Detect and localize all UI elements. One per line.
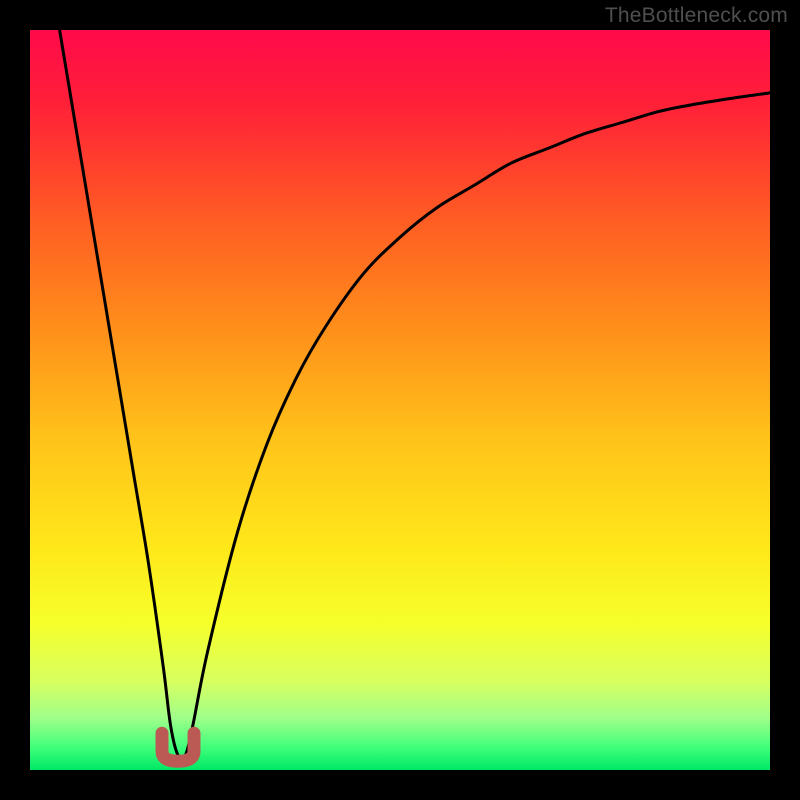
- watermark-text: TheBottleneck.com: [605, 4, 788, 28]
- gradient-background: [30, 30, 770, 770]
- chart-frame: TheBottleneck.com: [0, 0, 800, 800]
- bottleneck-chart: [0, 0, 800, 800]
